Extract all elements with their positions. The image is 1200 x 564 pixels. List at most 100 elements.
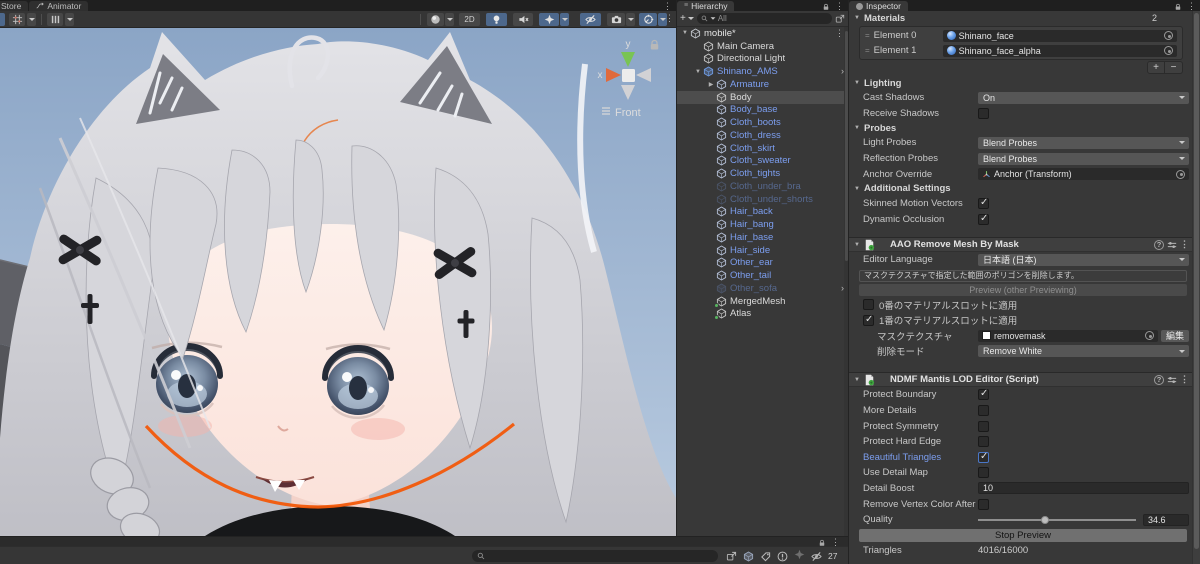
- hierarchy-item-body-base[interactable]: Body_base: [677, 104, 848, 117]
- component-menu-icon[interactable]: ⋮: [1180, 240, 1189, 249]
- property-checkbox[interactable]: [978, 467, 989, 479]
- hierarchy-item-hair-base[interactable]: Hair_base: [677, 231, 848, 244]
- property-checkbox[interactable]: [978, 436, 989, 448]
- delete-mode-dropdown[interactable]: Remove White: [978, 345, 1189, 358]
- object-picker-icon[interactable]: [1176, 169, 1185, 179]
- presets-icon[interactable]: [1167, 375, 1177, 385]
- property-checkbox[interactable]: [978, 388, 989, 401]
- hidden-objects-toggle[interactable]: [580, 13, 601, 26]
- hierarchy-item-mobile[interactable]: ▼ mobile* ⋮: [677, 27, 848, 40]
- editor-language-dropdown[interactable]: 日本語 (日本): [978, 253, 1189, 266]
- quality-slider[interactable]: [978, 515, 1136, 525]
- inspector-scrollbar[interactable]: [1192, 11, 1200, 564]
- inspector-lock-icon[interactable]: [1174, 3, 1182, 11]
- hierarchy-item-shinano-ams[interactable]: ▼ Shinano_AMS ›: [677, 65, 848, 78]
- scene-orientation-gizmo[interactable]: y x Front: [588, 32, 672, 132]
- edit-mask-button[interactable]: 編集: [1161, 329, 1189, 342]
- lighting-foldout[interactable]: ▼ Lighting: [849, 76, 1193, 90]
- hierarchy-item-main-camera[interactable]: Main Camera: [677, 40, 848, 53]
- dynamic-occlusion-checkbox[interactable]: [978, 213, 989, 225]
- quality-value-field[interactable]: 34.6: [1143, 513, 1189, 526]
- scene-viewport[interactable]: y x Front: [0, 28, 676, 536]
- bottom-search-field[interactable]: [472, 550, 718, 562]
- remove-element-button[interactable]: −: [1165, 61, 1183, 74]
- expand-arrow-icon[interactable]: ▼: [693, 69, 703, 75]
- scene-lighting-toggle[interactable]: [486, 13, 507, 26]
- tab-hierarchy[interactable]: ≡ Hierarchy: [677, 1, 735, 11]
- pick-window-icon[interactable]: [726, 551, 737, 562]
- stop-preview-button[interactable]: Stop Preview: [859, 529, 1187, 543]
- component-menu-icon[interactable]: ⋮: [1180, 375, 1189, 384]
- hidden-objects-icon[interactable]: [811, 551, 822, 562]
- reflection-probes-dropdown[interactable]: Blend Probes: [978, 152, 1189, 165]
- detail-boost-field[interactable]: 10: [978, 482, 1189, 495]
- grid-visibility-button[interactable]: [9, 13, 25, 26]
- presets-icon[interactable]: [1167, 240, 1177, 250]
- camera-caret[interactable]: [626, 13, 635, 26]
- probes-foldout[interactable]: ▼ Probes: [849, 121, 1193, 135]
- hierarchy-item-hair-bang[interactable]: Hair_bang: [677, 218, 848, 231]
- skinned-motion-vectors-checkbox[interactable]: [978, 197, 989, 210]
- grid-options-caret[interactable]: [27, 13, 36, 26]
- hierarchy-item-body[interactable]: Body: [677, 90, 848, 104]
- drag-handle-icon[interactable]: =: [865, 46, 870, 55]
- ndmf-component-header[interactable]: ▼ NDMF Mantis LOD Editor (Script) ? ⋮: [849, 372, 1193, 388]
- aao-component-header[interactable]: ▼ AAO Remove Mesh By Mask ? ⋮: [849, 237, 1193, 253]
- row-trailing-icon[interactable]: ⋮: [835, 28, 844, 38]
- materials-foldout[interactable]: ▼ Materials 2: [849, 11, 1193, 25]
- hierarchy-item-other-ear[interactable]: Other_ear: [677, 257, 848, 270]
- remove-vertex-color-checkbox[interactable]: [978, 498, 989, 510]
- hierarchy-item-cloth-skirt[interactable]: Cloth_skirt: [677, 142, 848, 155]
- receive-shadows-checkbox[interactable]: [978, 107, 989, 119]
- slot1-checkbox[interactable]: [863, 314, 874, 326]
- property-checkbox[interactable]: [978, 420, 989, 432]
- hierarchy-item-cloth-boots[interactable]: Cloth_boots: [677, 116, 848, 129]
- effects-caret[interactable]: [560, 13, 569, 26]
- 2d-toggle[interactable]: 2D: [459, 13, 480, 26]
- slot0-checkbox[interactable]: [863, 299, 874, 311]
- warning-filter-icon[interactable]: [777, 551, 788, 562]
- scene-toolbar-menu-icon[interactable]: ⋮: [665, 14, 674, 23]
- hierarchy-item-atlas[interactable]: Atlas: [677, 308, 848, 321]
- hierarchy-item-mergedmesh[interactable]: MergedMesh: [677, 295, 848, 308]
- anchor-override-field[interactable]: Anchor (Transform): [978, 168, 1189, 181]
- hierarchy-search-field[interactable]: All: [696, 13, 832, 24]
- hierarchy-item-other-tail[interactable]: Other_tail: [677, 269, 848, 282]
- expand-arrow-icon[interactable]: ▶: [706, 81, 716, 88]
- mask-texture-field[interactable]: removemask: [978, 329, 1158, 342]
- snap-increment-button[interactable]: [47, 13, 63, 26]
- tab-animator[interactable]: Animator: [29, 1, 89, 11]
- audio-toggle[interactable]: [513, 13, 533, 26]
- tag-filter-icon[interactable]: [760, 551, 771, 562]
- tab-inspector[interactable]: Inspector: [849, 1, 908, 11]
- property-checkbox[interactable]: [978, 405, 989, 417]
- hierarchy-item-cloth-under-shorts[interactable]: Cloth_under_shorts: [677, 193, 848, 206]
- cast-shadows-dropdown[interactable]: On: [978, 91, 1189, 104]
- snap-options-caret[interactable]: [65, 13, 74, 26]
- hierarchy-item-other-sofa[interactable]: Other_sofa ›: [677, 282, 848, 295]
- scene-panel-menu-icon[interactable]: ⋮: [663, 2, 672, 11]
- expand-arrow-icon[interactable]: ▼: [680, 30, 690, 36]
- material-object-field[interactable]: Shinano_face_alpha: [942, 44, 1177, 57]
- light-probes-dropdown[interactable]: Blend Probes: [978, 136, 1189, 149]
- help-icon[interactable]: ?: [1154, 374, 1164, 385]
- create-object-button[interactable]: +: [680, 13, 694, 24]
- property-checkbox[interactable]: [978, 451, 989, 463]
- material-object-field[interactable]: Shinano_face: [942, 29, 1177, 42]
- tool-handle-button[interactable]: [0, 13, 5, 26]
- hierarchy-item-hair-back[interactable]: Hair_back: [677, 206, 848, 219]
- object-picker-icon[interactable]: [1164, 46, 1173, 55]
- effects-toggle[interactable]: [539, 13, 559, 26]
- hierarchy-item-armature[interactable]: ▶ Armature: [677, 78, 848, 91]
- hierarchy-item-directional-light[interactable]: Directional Light: [677, 53, 848, 66]
- tab-asset-store[interactable]: Store: [0, 1, 29, 11]
- object-picker-icon[interactable]: [1145, 331, 1154, 341]
- material-element-row[interactable]: = Element 1 Shinano_face_alpha: [860, 43, 1182, 58]
- drag-handle-icon[interactable]: =: [865, 31, 870, 40]
- favorites-star-icon[interactable]: [794, 549, 805, 560]
- pick-window-icon[interactable]: [835, 14, 845, 24]
- camera-settings-button[interactable]: [607, 13, 625, 26]
- shading-mode-caret[interactable]: [445, 13, 454, 26]
- hierarchy-item-cloth-sweater[interactable]: Cloth_sweater: [677, 155, 848, 168]
- additional-settings-foldout[interactable]: ▼ Additional Settings: [849, 182, 1193, 196]
